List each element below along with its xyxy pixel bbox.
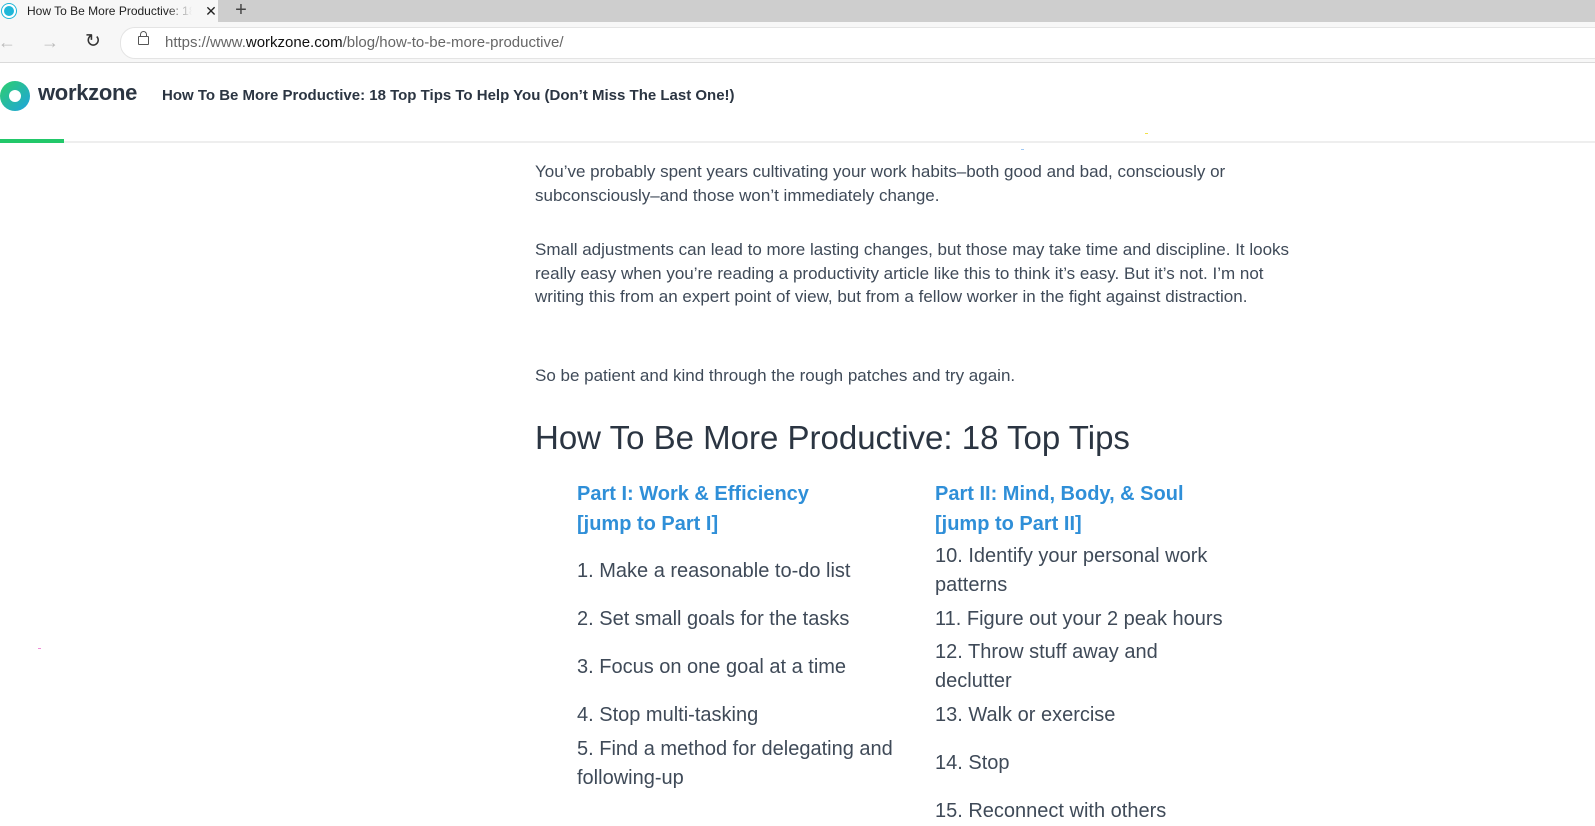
list-item[interactable]: 10. Identify your personal work patterns (935, 542, 1245, 600)
list-item[interactable]: 3. Focus on one goal at a time (577, 653, 907, 682)
list-item[interactable]: 11. Figure out your 2 peak hours (935, 605, 1265, 634)
address-bar[interactable]: https://www.workzone.com/blog/how-to-be-… (120, 27, 1595, 59)
paragraph: You’ve probably spent years cultivating … (535, 162, 1226, 205)
tab-strip: How To Be More Productive: 18 Top Tips ✕… (0, 0, 1595, 22)
part2-title[interactable]: Part II: Mind, Body, & Soul (935, 479, 1265, 509)
tab-title: How To Be More Productive: 18 Top Tips (27, 4, 192, 18)
new-tab-icon[interactable]: + (232, 0, 250, 22)
url-text[interactable]: https://www.workzone.com/blog/how-to-be-… (165, 34, 564, 51)
artifact (1145, 133, 1148, 134)
reading-progress-bar (0, 139, 64, 143)
browser-toolbar: ← → ↻ https://www.workzone.com/blog/how-… (0, 22, 1595, 63)
list-item[interactable]: 2. Set small goals for the tasks (577, 605, 907, 634)
close-icon[interactable]: ✕ (204, 3, 218, 20)
list-item[interactable]: 1. Make a reasonable to-do list (577, 557, 907, 586)
artifact (38, 648, 41, 649)
part1-jump-link[interactable]: [jump to Part I] (577, 509, 907, 539)
forward-icon[interactable]: → (39, 31, 61, 53)
workzone-favicon-icon (2, 4, 16, 18)
section-heading: How To Be More Productive: 18 Top Tips (535, 419, 1130, 456)
list-item[interactable]: 4. Stop multi-tasking (577, 701, 907, 730)
workzone-logo-icon[interactable] (0, 81, 30, 111)
artifact (1021, 149, 1024, 150)
part2-jump-link[interactable]: [jump to Part II] (935, 509, 1265, 539)
reload-icon[interactable]: ↻ (82, 31, 104, 53)
paragraph: So be patient and kind through the rough… (535, 366, 1016, 385)
lock-icon[interactable] (138, 31, 149, 45)
list-item[interactable]: 5. Find a method for delegating and foll… (577, 735, 907, 793)
list-item[interactable]: 13. Walk or exercise (935, 701, 1265, 730)
part2-column: Part II: Mind, Body, & Soul [jump to Par… (935, 479, 1265, 822)
logo-text[interactable]: workzone (38, 80, 137, 106)
paragraph: Small adjustments can lead to more lasti… (535, 240, 1290, 306)
part1-column: Part I: Work & Efficiency [jump to Part … (577, 479, 907, 789)
header-title: How To Be More Productive: 18 Top Tips T… (162, 87, 735, 104)
site-header: workzone How To Be More Productive: 18 T… (0, 63, 1595, 150)
part1-title[interactable]: Part I: Work & Efficiency (577, 479, 907, 509)
back-icon[interactable]: ← (0, 31, 18, 53)
list-item[interactable]: 14. Stop (935, 749, 1265, 778)
list-item[interactable]: 12. Throw stuff away and declutter (935, 638, 1185, 696)
browser-tab[interactable]: How To Be More Productive: 18 Top Tips ✕ (0, 0, 218, 22)
